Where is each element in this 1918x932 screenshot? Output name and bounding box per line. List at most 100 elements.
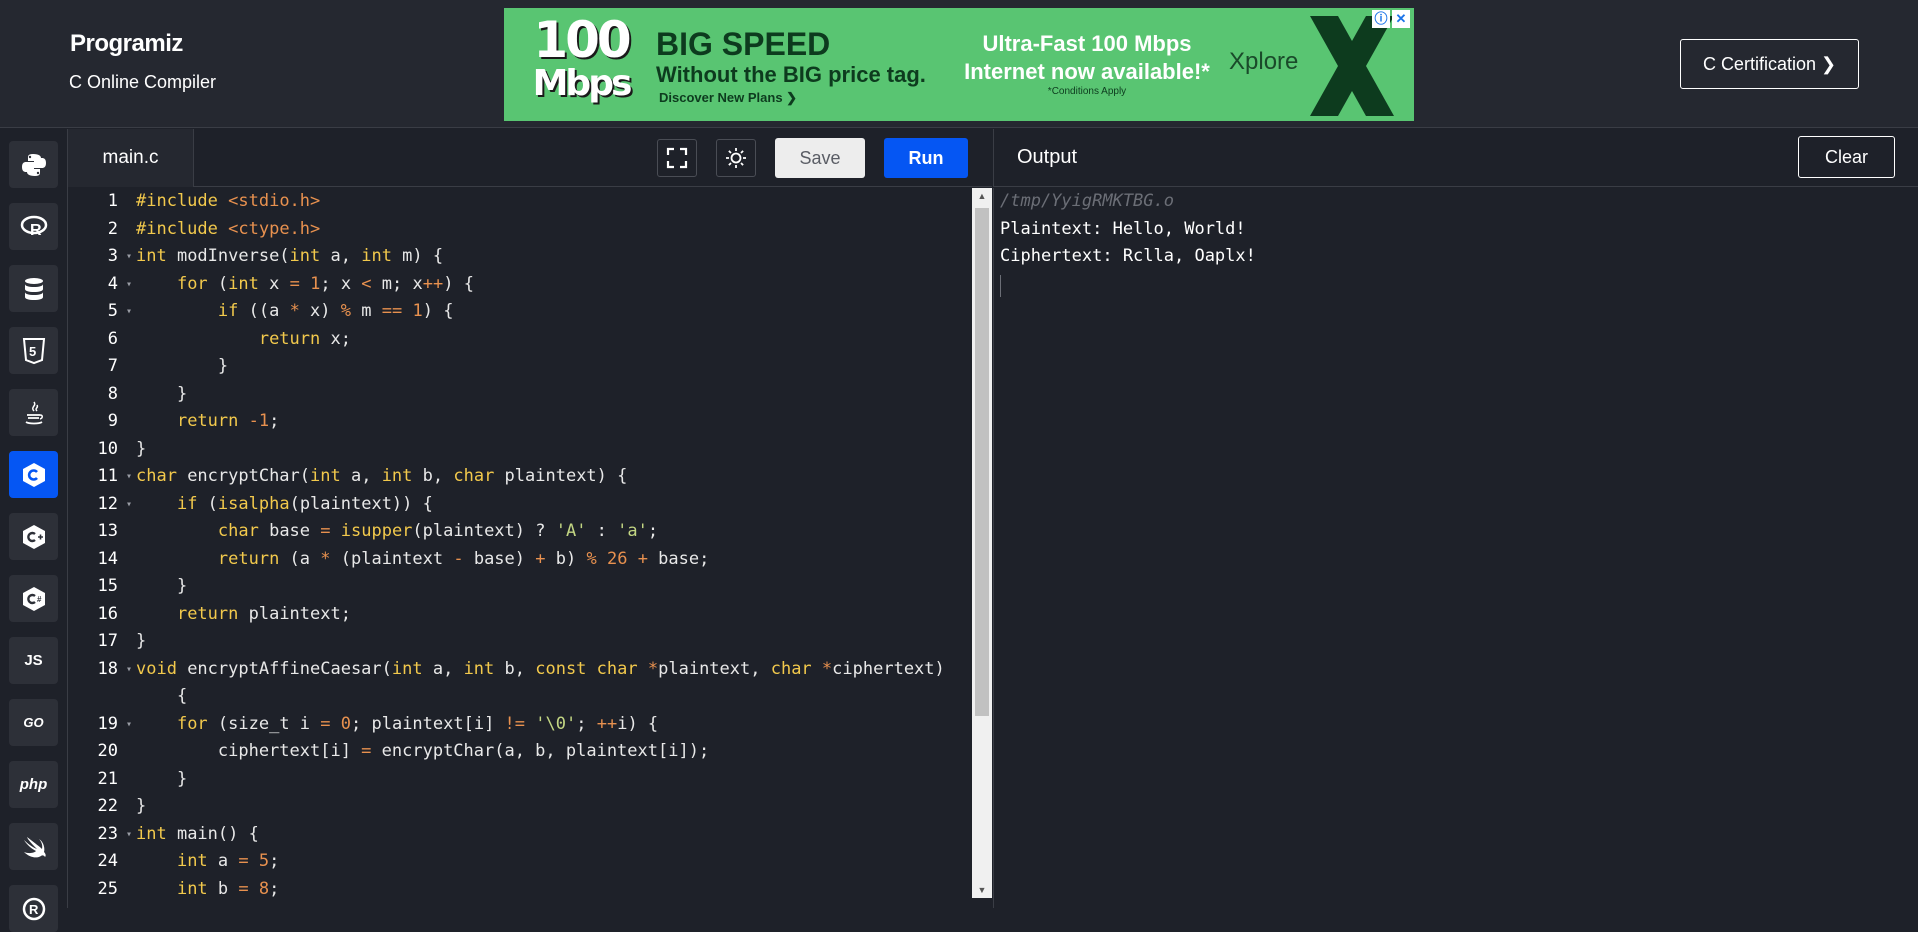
- ad-subline: Without the BIG price tag.: [656, 62, 926, 87]
- c-icon[interactable]: [9, 451, 58, 498]
- editor-toolbar: main.c Save Run: [68, 129, 992, 187]
- ad-offer-line1: Ultra-Fast 100 Mbps: [982, 31, 1192, 56]
- database-icon[interactable]: [9, 265, 58, 312]
- rust-icon[interactable]: R: [9, 885, 58, 932]
- line-number[interactable]: 4: [68, 271, 136, 299]
- ad-speed-unit: Mbps: [532, 63, 633, 104]
- ad-x-logo-icon: [1310, 16, 1394, 116]
- svg-text:R: R: [30, 222, 42, 239]
- c-certification-button[interactable]: C Certification ❯: [1680, 39, 1859, 89]
- clear-button[interactable]: Clear: [1798, 136, 1895, 178]
- svg-text:#: #: [37, 595, 42, 604]
- line-number: 13: [97, 521, 118, 541]
- line-number: 10: [97, 438, 118, 459]
- python-icon[interactable]: [9, 141, 58, 188]
- ad-info-icon[interactable]: ⓘ: [1372, 10, 1390, 28]
- code-content[interactable]: #include <stdio.h> #include <ctype.h> in…: [136, 188, 992, 903]
- line-number: 9: [107, 411, 118, 431]
- code-line: }: [136, 768, 188, 789]
- output-path: /tmp/YyigRMKTBG.o: [1000, 191, 1174, 211]
- line-number: 1: [107, 191, 118, 211]
- php-icon[interactable]: php: [9, 761, 58, 808]
- advertisement-banner[interactable]: 100 Mbps BIG SPEED Without the BIG price…: [504, 8, 1414, 121]
- line-number: 16: [97, 603, 118, 624]
- ad-headline: BIG SPEED: [656, 26, 831, 62]
- js-label: JS: [24, 652, 43, 669]
- ad-offer: Ultra-Fast 100 Mbps Internet now availab…: [942, 30, 1232, 86]
- svg-text:R: R: [29, 902, 39, 917]
- code-line: return -1;: [176, 411, 280, 431]
- cpp-icon[interactable]: [9, 513, 58, 560]
- save-button[interactable]: Save: [775, 138, 865, 178]
- swift-icon[interactable]: [9, 823, 58, 870]
- ad-controls: ⓘ ✕: [1372, 10, 1410, 28]
- output-line: Plaintext: Hello, World!: [1000, 218, 1246, 239]
- ad-cta[interactable]: Discover New Plans ❯: [659, 90, 797, 106]
- code-line: if (isalpha(plaintext)) {: [176, 493, 433, 514]
- line-number[interactable]: 5: [68, 298, 136, 326]
- code-line: for (int x = 1; x < m; x++) {: [176, 273, 474, 294]
- ad-conditions: *Conditions Apply: [1047, 86, 1127, 97]
- file-tab-main[interactable]: main.c: [68, 129, 194, 187]
- line-number[interactable]: 12: [68, 491, 136, 519]
- code-line: return x;: [258, 328, 351, 349]
- line-number[interactable]: 11: [68, 463, 136, 491]
- csharp-icon[interactable]: #: [9, 575, 58, 622]
- ad-close-icon[interactable]: ✕: [1392, 10, 1410, 28]
- code-line: for (size_t i = 0; plaintext[i] != '\0';…: [176, 713, 659, 734]
- java-icon[interactable]: [9, 389, 58, 436]
- code-line: }: [136, 438, 147, 459]
- fullscreen-icon[interactable]: [657, 139, 697, 177]
- code-line: char base = isupper(plaintext) ? 'A' : '…: [217, 521, 659, 541]
- editor-scrollbar[interactable]: ▲ ▼: [972, 188, 992, 898]
- code-line: }: [136, 383, 188, 404]
- output-title: Output: [1017, 146, 1078, 168]
- line-number: 24: [97, 851, 118, 871]
- code-line: #include <stdio.h>: [136, 191, 321, 211]
- ad-offer-line2: Internet now available!*: [964, 59, 1210, 84]
- line-number: 8: [107, 383, 118, 404]
- go-label: GO: [23, 715, 44, 730]
- code-line: char encryptChar(int a, int b, char plai…: [136, 466, 628, 486]
- code-line: return plaintext;: [176, 603, 351, 624]
- code-line: int modInverse(int a, int m) {: [136, 246, 444, 266]
- scrollbar-thumb[interactable]: [975, 208, 989, 716]
- theme-toggle-sun-icon[interactable]: [716, 139, 756, 177]
- code-editor[interactable]: 1 2 3 4 5 6 7 8 9 10 11 12 13 14 15 16 1…: [68, 188, 992, 908]
- ad-speed: 100 Mbps: [526, 15, 636, 106]
- code-line: int b = 8;: [176, 878, 280, 899]
- text-cursor: [1000, 274, 1001, 297]
- line-number: 17: [97, 631, 118, 651]
- line-number[interactable]: 18: [68, 656, 136, 684]
- ad-brand: Xplore: [1229, 48, 1299, 75]
- code-line: int a = 5;: [176, 851, 280, 871]
- html5-icon[interactable]: 5: [9, 327, 58, 374]
- r-icon[interactable]: R: [9, 203, 58, 250]
- language-sidebar: R 5 # JS GO php R: [0, 129, 68, 932]
- line-number: 21: [97, 768, 118, 789]
- line-number: 6: [107, 328, 118, 349]
- code-line: int main() {: [136, 823, 259, 844]
- scroll-up-icon[interactable]: ▲: [972, 188, 992, 204]
- output-console[interactable]: /tmp/YyigRMKTBG.o Plaintext: Hello, Worl…: [993, 188, 1918, 908]
- scroll-down-icon[interactable]: ▼: [972, 882, 992, 898]
- line-number: 22: [97, 796, 118, 816]
- line-number: [68, 683, 136, 711]
- ad-speed-number: 100: [533, 11, 631, 69]
- code-line: ciphertext[i] = encryptChar(a, b, plaint…: [136, 741, 710, 761]
- js-icon[interactable]: JS: [9, 637, 58, 684]
- php-label: php: [19, 776, 48, 793]
- line-number: 7: [107, 356, 118, 376]
- go-icon[interactable]: GO: [9, 699, 58, 746]
- code-line: void encryptAffineCaesar(int a, int b, c…: [136, 658, 945, 679]
- run-button[interactable]: Run: [884, 138, 968, 178]
- output-line: Ciphertext: Rclla, Oaplx!: [1000, 246, 1256, 266]
- line-number: 25: [97, 878, 118, 899]
- code-line: }: [136, 576, 188, 596]
- programiz-logo[interactable]: Programiz: [70, 30, 183, 58]
- line-number[interactable]: 23: [68, 821, 136, 849]
- line-number: 15: [97, 576, 118, 596]
- code-line: return (a * (plaintext - base) + b) % 26…: [217, 548, 710, 569]
- line-number[interactable]: 3: [68, 243, 136, 271]
- line-number[interactable]: 19: [68, 711, 136, 739]
